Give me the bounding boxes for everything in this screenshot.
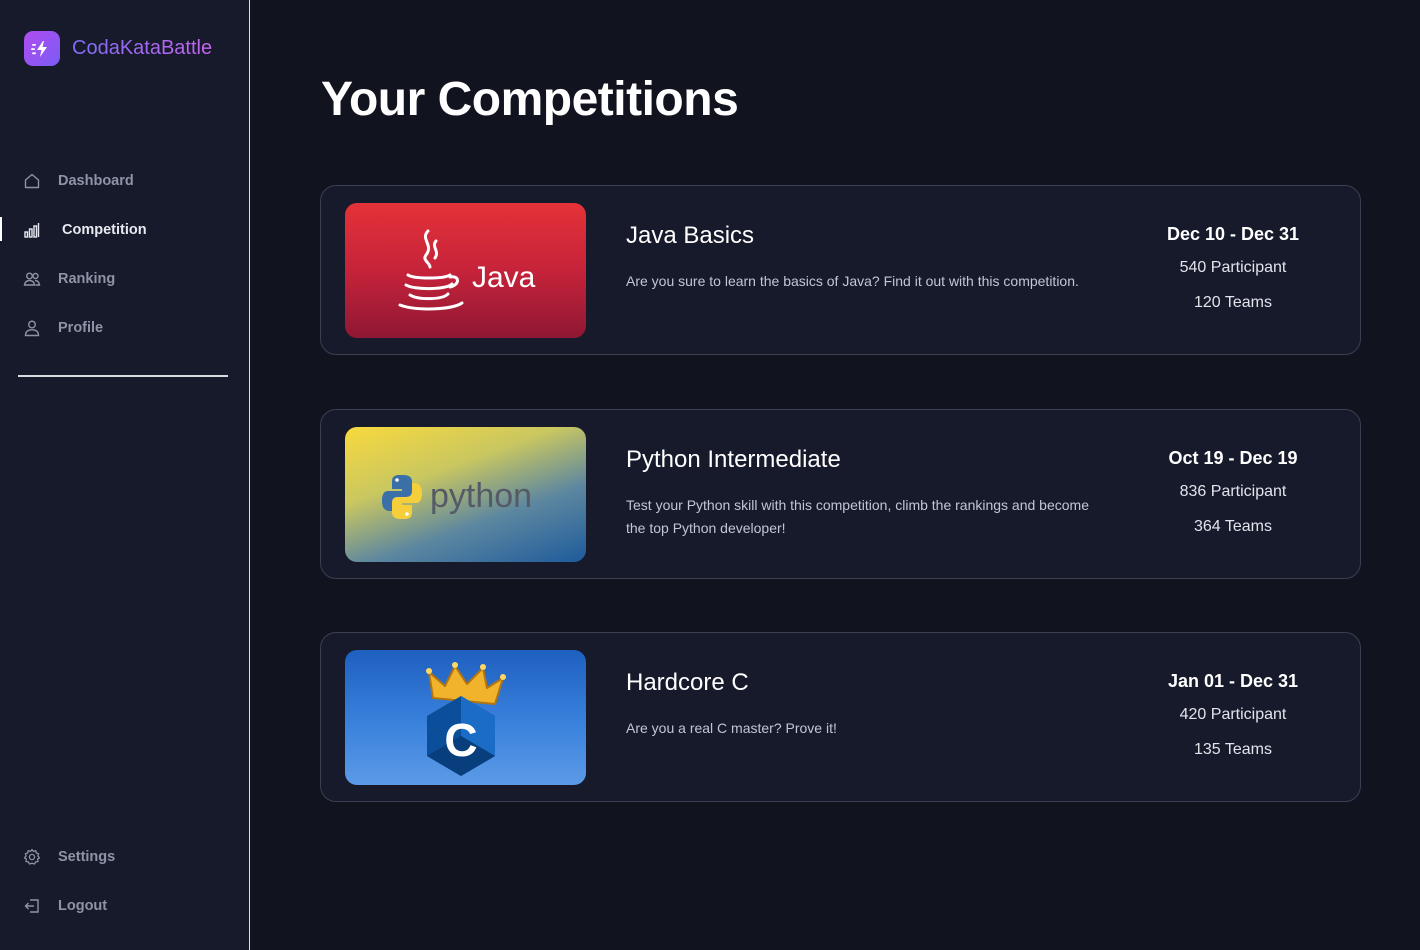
nav-label-profile: Profile: [58, 319, 104, 336]
competition-title: Python Intermediate: [626, 446, 841, 473]
nav-label-competition: Competition: [62, 221, 147, 238]
python-snake-icon: python: [381, 474, 532, 519]
competition-dates: Oct 19 - Dec 19: [1168, 448, 1298, 468]
competition-meta: Dec 10 - Dec 31 540 Participant 120 Team…: [1101, 224, 1365, 329]
crown-c-icon: C: [425, 661, 506, 776]
main-nav: Dashboard Competition Ranking Profile: [0, 156, 250, 352]
competition-meta: Oct 19 - Dec 19 836 Participant 364 Team…: [1101, 448, 1365, 553]
sidebar-divider: [18, 375, 228, 377]
competition-title: Hardcore C: [626, 669, 749, 696]
home-icon: [22, 171, 42, 191]
brand-name: CodaKataBattle: [72, 37, 213, 59]
nav-label-ranking: Ranking: [58, 270, 116, 287]
svg-text:python: python: [430, 477, 532, 515]
competition-dates: Jan 01 - Dec 31: [1167, 671, 1299, 691]
python-logo: python: [345, 427, 586, 562]
nav-label-logout: Logout: [58, 897, 108, 914]
nav-label-settings: Settings: [58, 848, 116, 865]
svg-text:Java: Java: [472, 261, 536, 294]
svg-text:C: C: [444, 714, 477, 766]
competition-description: Are you sure to learn the basics of Java…: [626, 273, 1079, 289]
brand[interactable]: CodaKataBattle: [24, 31, 212, 66]
users-icon: [22, 269, 42, 289]
nav-item-ranking[interactable]: Ranking: [0, 254, 250, 303]
user-icon: [22, 318, 42, 338]
competition-description: Test your Python skill with this competi…: [626, 497, 1089, 536]
competition-card[interactable]: Java Java Basics Are you sure to learn t…: [320, 185, 1361, 355]
team-count: 364 Teams: [1194, 518, 1272, 535]
competition-meta: Jan 01 - Dec 31 420 Participant 135 Team…: [1101, 671, 1365, 776]
nav-item-dashboard[interactable]: Dashboard: [0, 156, 250, 205]
nav-item-profile[interactable]: Profile: [0, 303, 250, 352]
nav-label-dashboard: Dashboard: [58, 172, 134, 189]
sidebar: CodaKataBattle Dashboard Competition Ran…: [0, 0, 250, 950]
team-count: 120 Teams: [1194, 294, 1272, 311]
java-logo: Java: [345, 203, 586, 338]
bottom-nav: Settings Logout: [0, 832, 250, 930]
competition-card[interactable]: C Hardcore C Are you a real C master? Pr…: [320, 632, 1361, 802]
c-crown-logo: C: [345, 650, 586, 785]
participant-count: 540 Participant: [1179, 259, 1287, 276]
page-title: Your Competitions: [321, 73, 739, 126]
competition-card[interactable]: python Python Intermediate Test your Pyt…: [320, 409, 1361, 579]
participant-count: 420 Participant: [1179, 706, 1287, 723]
nav-item-settings[interactable]: Settings: [0, 832, 250, 881]
participant-count: 836 Participant: [1179, 483, 1287, 500]
competition-dates: Dec 10 - Dec 31: [1166, 224, 1300, 244]
logout-icon: [22, 896, 42, 916]
competition-title: Java Basics: [626, 222, 755, 249]
nav-item-competition[interactable]: Competition: [0, 205, 250, 254]
bolt-logo-icon: [24, 31, 60, 66]
gear-icon: [22, 847, 42, 867]
bar-chart-icon: [22, 220, 42, 240]
competition-description: Are you a real C master? Prove it!: [626, 720, 837, 736]
java-cup-icon: Java: [398, 229, 536, 310]
nav-item-logout[interactable]: Logout: [0, 881, 250, 930]
team-count: 135 Teams: [1194, 741, 1272, 758]
